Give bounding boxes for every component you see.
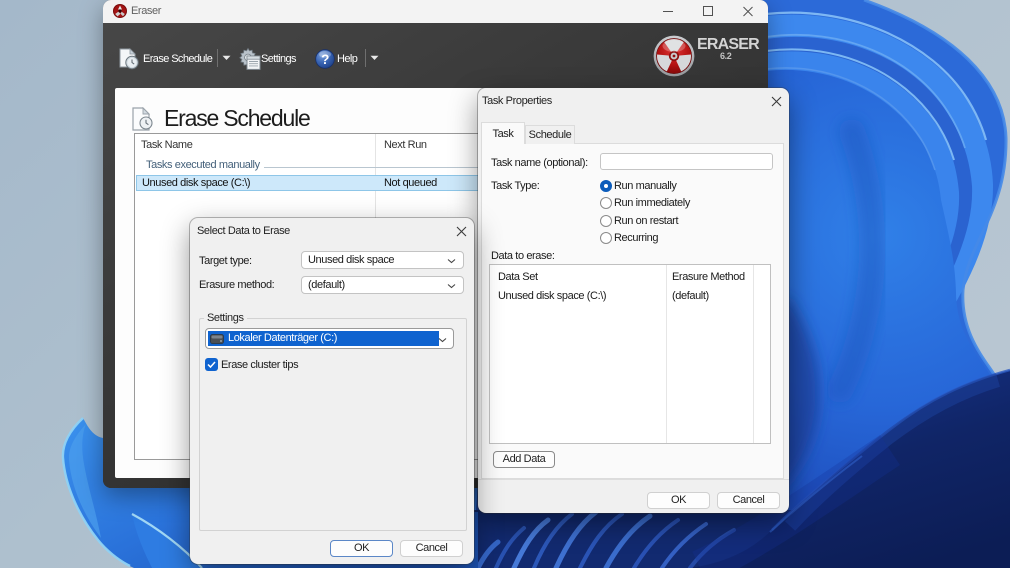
svg-text:?: ?: [321, 52, 329, 67]
